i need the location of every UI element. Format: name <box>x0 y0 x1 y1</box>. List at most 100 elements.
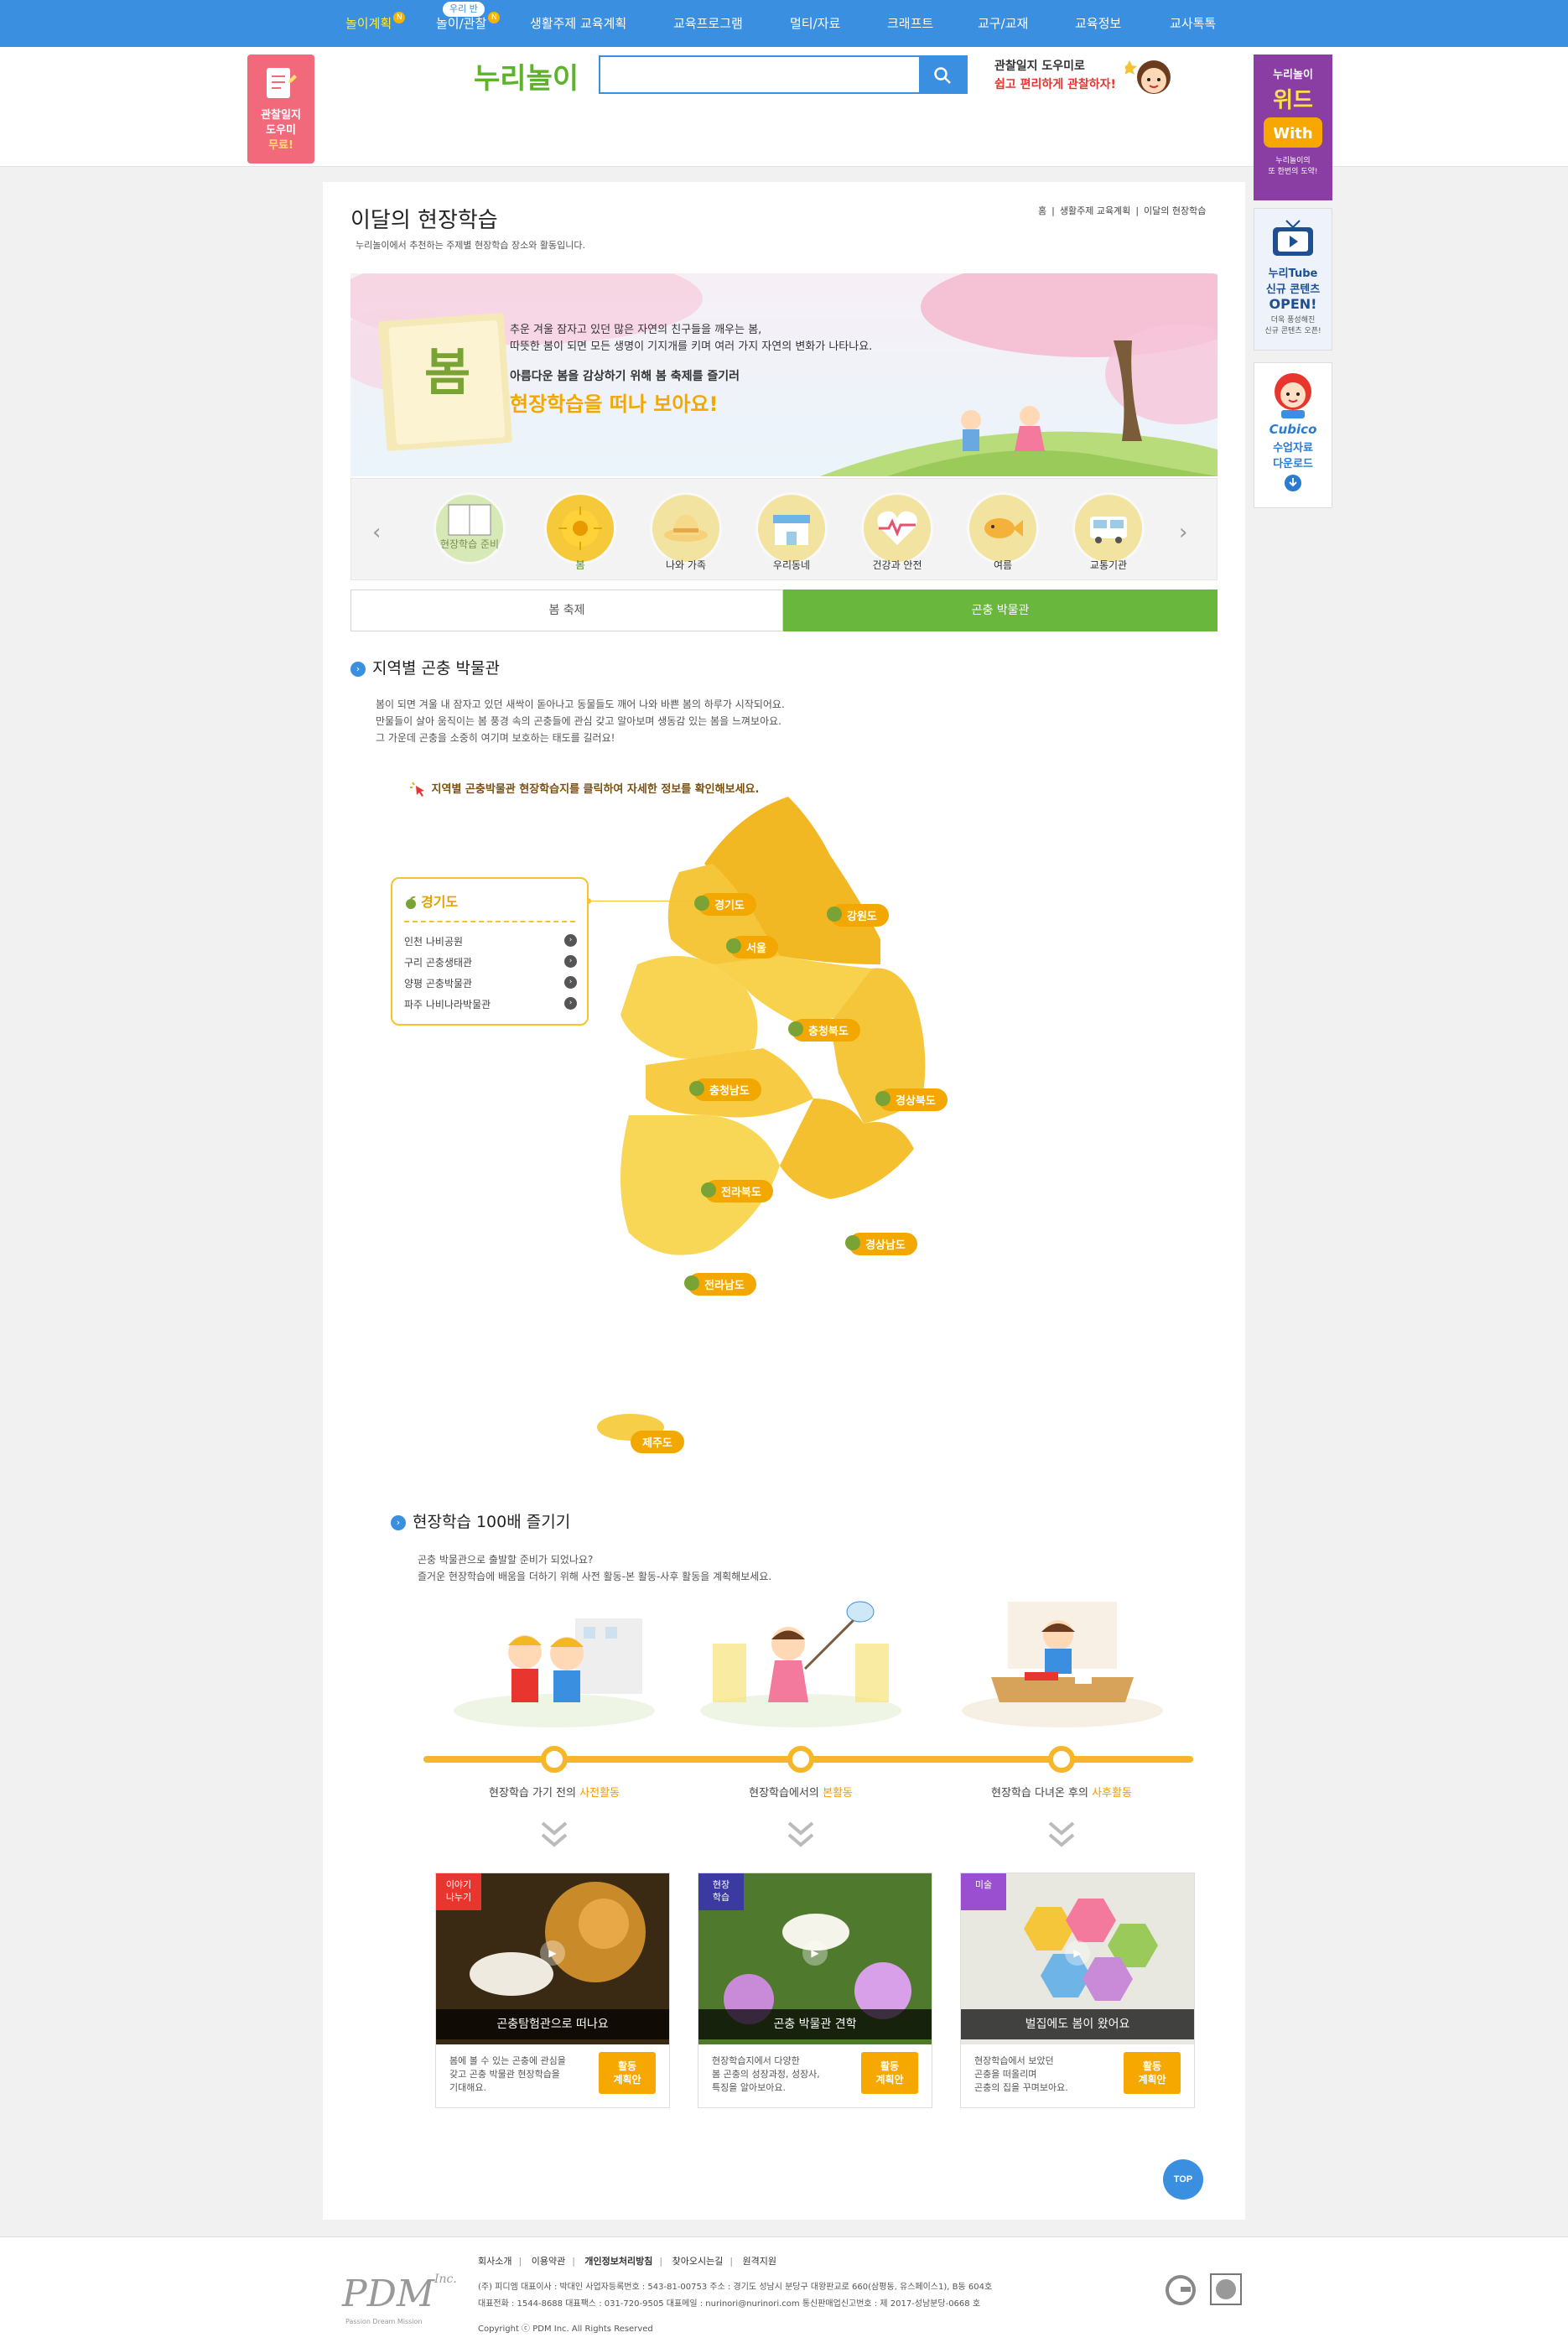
play-icon[interactable]: ▶ <box>802 1940 828 1966</box>
section-title: › 지역별 곤충 박물관 <box>350 656 500 678</box>
banner-sub: 신규 콘텐츠 오픈! <box>1264 327 1321 335</box>
footer-link[interactable]: 이용약관 <box>532 2256 565 2267</box>
category-summer[interactable] <box>969 495 1036 562</box>
store-icon <box>773 515 810 545</box>
tag-text: 학습 <box>712 1892 730 1903</box>
search-input[interactable] <box>600 57 919 92</box>
activity-card[interactable]: 이야기 나누기 ▶ 곤충탐험관으로 떠나요 봄에 볼 수 있는 곤충에 관심을 갖고… <box>435 1873 670 2108</box>
prev-arrow[interactable]: ‹ <box>372 520 381 545</box>
category-label: 우리동네 <box>772 559 811 571</box>
banner-title: 누리놀이 <box>1273 69 1313 81</box>
section-title-text: 현장학습 100배 즐기기 <box>413 1513 571 1531</box>
footer-link[interactable]: 원격지원 <box>743 2256 776 2267</box>
region-pin-gyeongbuk[interactable]: 경상북도 <box>875 1088 948 1111</box>
nav-play-plan[interactable]: 놀이계획 N <box>345 0 406 47</box>
region-pin-jeonnam[interactable]: 전라남도 <box>684 1273 756 1296</box>
category-spring[interactable] <box>547 495 614 562</box>
category-health[interactable] <box>864 495 931 562</box>
play-icon[interactable]: ▶ <box>540 1940 565 1966</box>
region-pin-seoul[interactable]: 서울 <box>726 936 778 958</box>
card-desc: 현장학습지에서 다양한 봄 곤충의 성장과정, 성장사, 특징을 알아보아요. <box>712 2054 854 2095</box>
region-pin-gyeonggi[interactable]: 경기도 <box>694 893 756 916</box>
activity-card[interactable]: 현장 학습 ▶ 곤충 박물관 견학 현장학습지에서 다양한 봄 곤충의 성장과정, … <box>698 1873 932 2108</box>
step-emphasis: 사후활동 <box>1092 1787 1132 1800</box>
with-banner[interactable]: 누리놀이 위드 With 누리놀이의 또 한번의 도약! <box>1254 55 1332 200</box>
nuritube-banner[interactable]: 누리Tube 신규 콘텐츠 OPEN! 더욱 풍성해진 신규 콘텐츠 오픈! <box>1254 208 1332 351</box>
play-icon[interactable]: ▶ <box>1065 1940 1090 1966</box>
nav-label: 놀이/관찰 <box>436 16 487 31</box>
museum-link[interactable]: 파주 나비나라박물관 › <box>404 997 577 1011</box>
footer-link[interactable]: 찾아오시는길 <box>672 2256 724 2267</box>
banner-line: 따뜻한 봄이 되면 모든 생명이 기지개를 키며 여러 가지 자연의 변화가 나… <box>510 340 873 353</box>
breadcrumb: 홈 | 생활주제 교육계획 | 이달의 현장학습 <box>1038 205 1207 216</box>
nav-tip-bubble: 우리 반 <box>443 2 485 17</box>
tab-spring-festival[interactable]: 봄 축제 <box>350 590 783 631</box>
diary-promo[interactable]: 관찰일지 도우미로 쉽고 편리하게 관찰하자! <box>994 57 1145 92</box>
arrow-right-icon: › <box>564 997 577 1010</box>
breadcrumb-home[interactable]: 홈 <box>1038 205 1046 216</box>
company-info: (주) 피디엠 대표이사 : 박대인 사업자등록번호 : 543-81-0075… <box>478 2283 993 2292</box>
museum-link[interactable]: 구리 곤충생태관 › <box>404 955 577 969</box>
nav-label: 놀이계획 <box>345 16 392 31</box>
doll-mascot-icon <box>1275 373 1311 418</box>
nav-edu-program[interactable]: 교육프로그램 <box>673 0 743 47</box>
scroll-top-button[interactable]: TOP <box>1163 2159 1203 2200</box>
pin-label: 충청남도 <box>709 1085 750 1098</box>
category-family[interactable] <box>652 495 719 562</box>
search-button[interactable] <box>919 57 966 92</box>
desc-line: 기대해요. <box>449 2082 486 2093</box>
step-emphasis: 본활동 <box>822 1787 853 1800</box>
category-label: 여름 <box>993 559 1013 571</box>
banner-big-text: 신규 콘텐츠 <box>1265 283 1321 296</box>
tab-insect-museum[interactable]: 곤충 박물관 <box>783 590 1218 631</box>
tag-text: 미술 <box>974 1879 993 1890</box>
nav-tools[interactable]: 교구/교재 <box>978 0 1028 47</box>
spring-banner: 봄 추운 겨울 잠자고 있던 많은 자연의 친구들을 깨우는 봄, 따뜻한 봄이… <box>350 273 1218 476</box>
breadcrumb-item[interactable]: 생활주제 교육계획 <box>1060 205 1130 216</box>
region-pin-chungnam[interactable]: 충청남도 <box>689 1078 761 1101</box>
nav-theme-plan[interactable]: 생활주제 교육계획 <box>530 0 626 47</box>
region-pin-chungbuk[interactable]: 충청북도 <box>788 1019 860 1042</box>
kid-crafting-illustration <box>962 1602 1163 1727</box>
activity-card[interactable]: 미술 ▶ 벌집에도 봄이 왔어요 현장학습에서 보았던 곤충을 떠올리며 곤충의 집… <box>960 1873 1195 2108</box>
cubico-banner[interactable]: Cubico 수업자료 다운로드 <box>1254 362 1332 508</box>
diary-helper-banner[interactable]: 관찰일지 도우미 무료! <box>247 55 314 164</box>
new-badge: N <box>488 12 501 23</box>
region-pin-jeonbuk[interactable]: 전라북도 <box>701 1180 773 1203</box>
category-label: 교통기관 <box>1089 559 1128 571</box>
banner-sub: 또 한번의 도약! <box>1268 168 1318 176</box>
museum-link[interactable]: 양평 곤충박물관 › <box>404 976 577 990</box>
site-logo[interactable]: 누리놀이 <box>474 55 579 96</box>
next-arrow[interactable]: › <box>1179 520 1187 545</box>
category-neighborhood[interactable] <box>758 495 825 562</box>
category-transport[interactable] <box>1075 495 1142 562</box>
activity-plan-button[interactable]: 활동 계획안 <box>599 2052 656 2094</box>
footer-link[interactable]: 개인정보처리방침 <box>584 2256 652 2267</box>
activity-plan-button[interactable]: 활동 계획안 <box>861 2052 918 2094</box>
category-prep[interactable] <box>436 495 503 562</box>
region-pin-gangwon[interactable]: 강원도 <box>827 904 889 927</box>
desc-line: 갖고 곤충 박물관 현장학습을 <box>449 2069 560 2080</box>
btn-line: 활동 <box>1142 2060 1162 2072</box>
footer-link[interactable]: 회사소개 <box>478 2256 511 2267</box>
page-subtitle: 누리놀이에서 추천하는 주제별 현장학습 장소와 활동입니다. <box>356 240 585 251</box>
pin-label: 충청북도 <box>808 1026 849 1038</box>
bus-icon <box>1090 517 1127 543</box>
korea-map <box>597 797 926 1441</box>
tag-text: 나누기 <box>445 1892 472 1903</box>
nav-teacher-talk[interactable]: 교사톡톡 <box>1170 0 1216 47</box>
banner-line: 무료! <box>268 139 293 152</box>
museum-link[interactable]: 인천 나비공원 › <box>404 934 577 948</box>
banner-sub: 더욱 풍성해진 <box>1270 316 1316 325</box>
nav-craft[interactable]: 크래프트 <box>887 0 933 47</box>
banner-copy: 추운 겨울 잠자고 있던 많은 자연의 친구들을 깨우는 봄, 따뜻한 봄이 되… <box>510 322 946 417</box>
nav-edu-info[interactable]: 교육정보 <box>1075 0 1121 47</box>
nav-multi[interactable]: 멀티/자료 <box>790 0 840 47</box>
region-pin-jeju[interactable]: 제주도 <box>631 1431 684 1453</box>
category-label: 나와 가족 <box>666 559 706 571</box>
card-desc: 현장학습에서 보았던 곤충을 떠올리며 곤충의 집을 꾸며보아요. <box>974 2054 1117 2095</box>
step-label: 현장학습 가기 전의 사전활동 <box>428 1784 680 1800</box>
region-pin-gyeongnam[interactable]: 경상남도 <box>845 1233 917 1255</box>
divider: | <box>659 2256 663 2267</box>
activity-plan-button[interactable]: 활동 계획안 <box>1124 2052 1181 2094</box>
